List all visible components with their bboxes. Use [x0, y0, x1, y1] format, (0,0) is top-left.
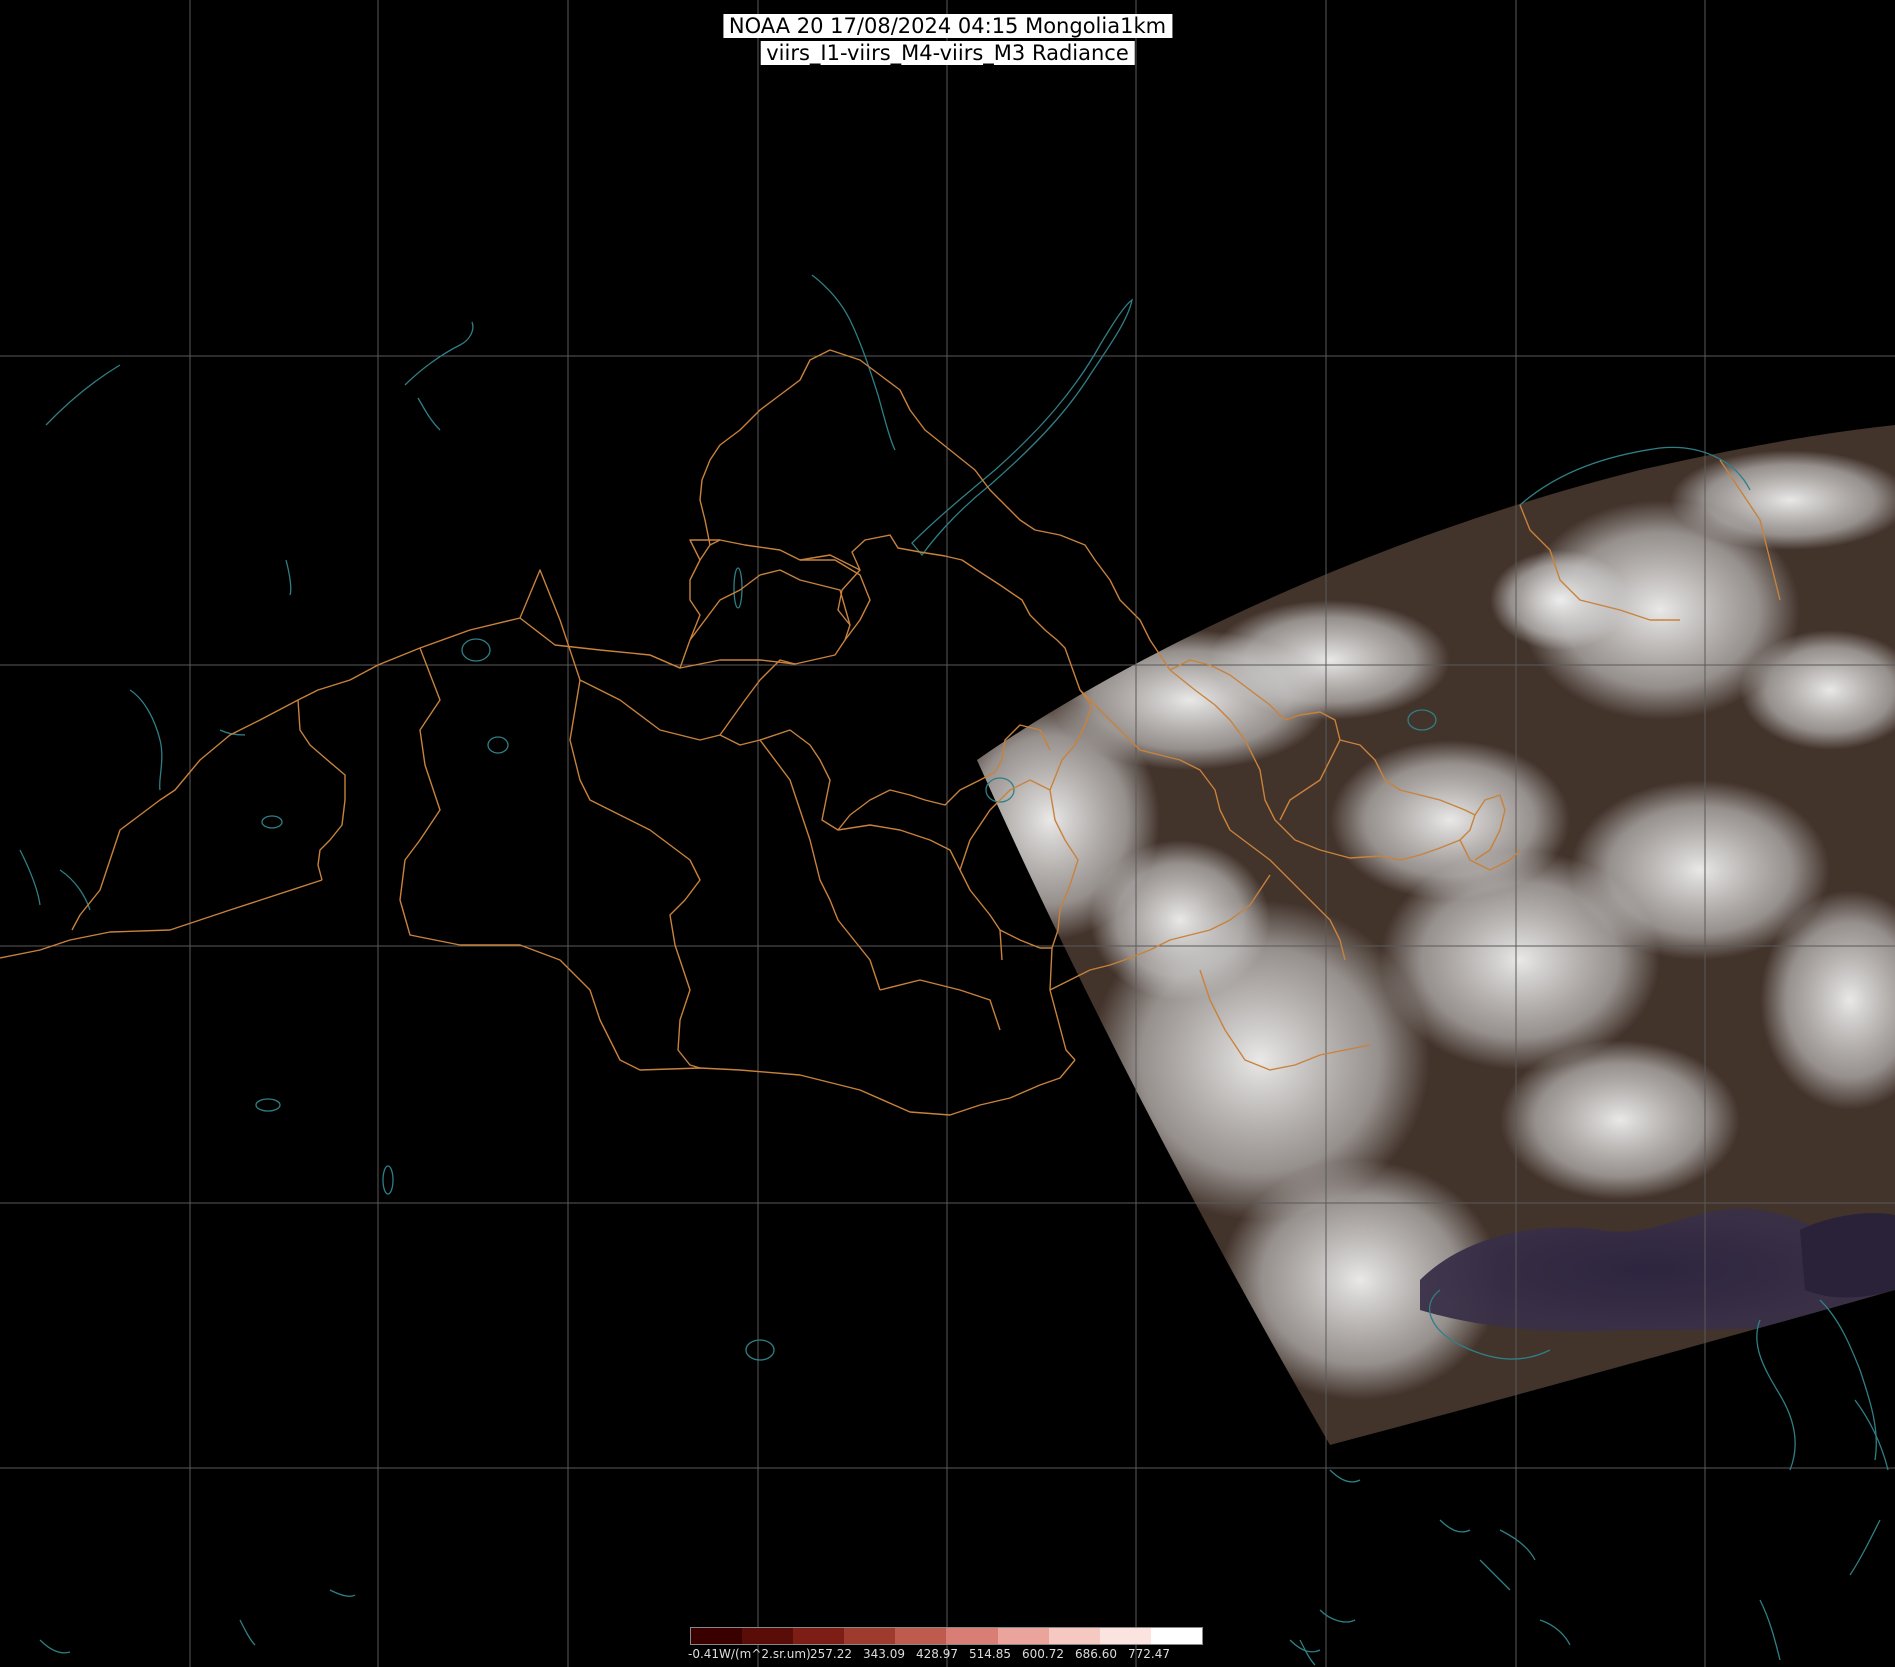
satellite-swath	[977, 425, 1895, 1445]
colorbar-tick: -0.41W/(m^2.sr.um)	[688, 1647, 811, 1661]
colorbar-tick: 257.22	[810, 1647, 852, 1661]
colorbar-tick: 600.72	[1022, 1647, 1064, 1661]
colorbar-swatch	[793, 1628, 845, 1644]
colorbar-tick: 514.85	[969, 1647, 1011, 1661]
map-title-line-1: NOAA 20 17/08/2024 04:15 Mongolia1km	[722, 14, 1173, 38]
colorbar-swatch	[1048, 1628, 1100, 1644]
colorbar-tick: 343.09	[863, 1647, 905, 1661]
satellite-map	[0, 0, 1895, 1667]
colorbar-swatch	[946, 1628, 998, 1644]
colorbar-swatch	[844, 1628, 896, 1644]
colorbar	[690, 1627, 1203, 1645]
colorbar-swatch	[997, 1628, 1049, 1644]
colorbar-tick: 428.97	[916, 1647, 958, 1661]
colorbar-legend: -0.41W/(m^2.sr.um) 257.22 343.09 428.97 …	[688, 1627, 1203, 1667]
colorbar-tick: 686.60	[1075, 1647, 1117, 1661]
map-title-line-2: viirs_I1-viirs_M4-viirs_M3 Radiance	[760, 41, 1135, 65]
colorbar-ticks: -0.41W/(m^2.sr.um) 257.22 343.09 428.97 …	[688, 1647, 1210, 1661]
colorbar-swatch	[691, 1628, 743, 1644]
colorbar-swatch	[1099, 1628, 1151, 1644]
colorbar-swatch	[895, 1628, 947, 1644]
colorbar-tick: 772.47	[1128, 1647, 1170, 1661]
colorbar-swatch	[742, 1628, 794, 1644]
colorbar-swatch	[1150, 1628, 1202, 1644]
